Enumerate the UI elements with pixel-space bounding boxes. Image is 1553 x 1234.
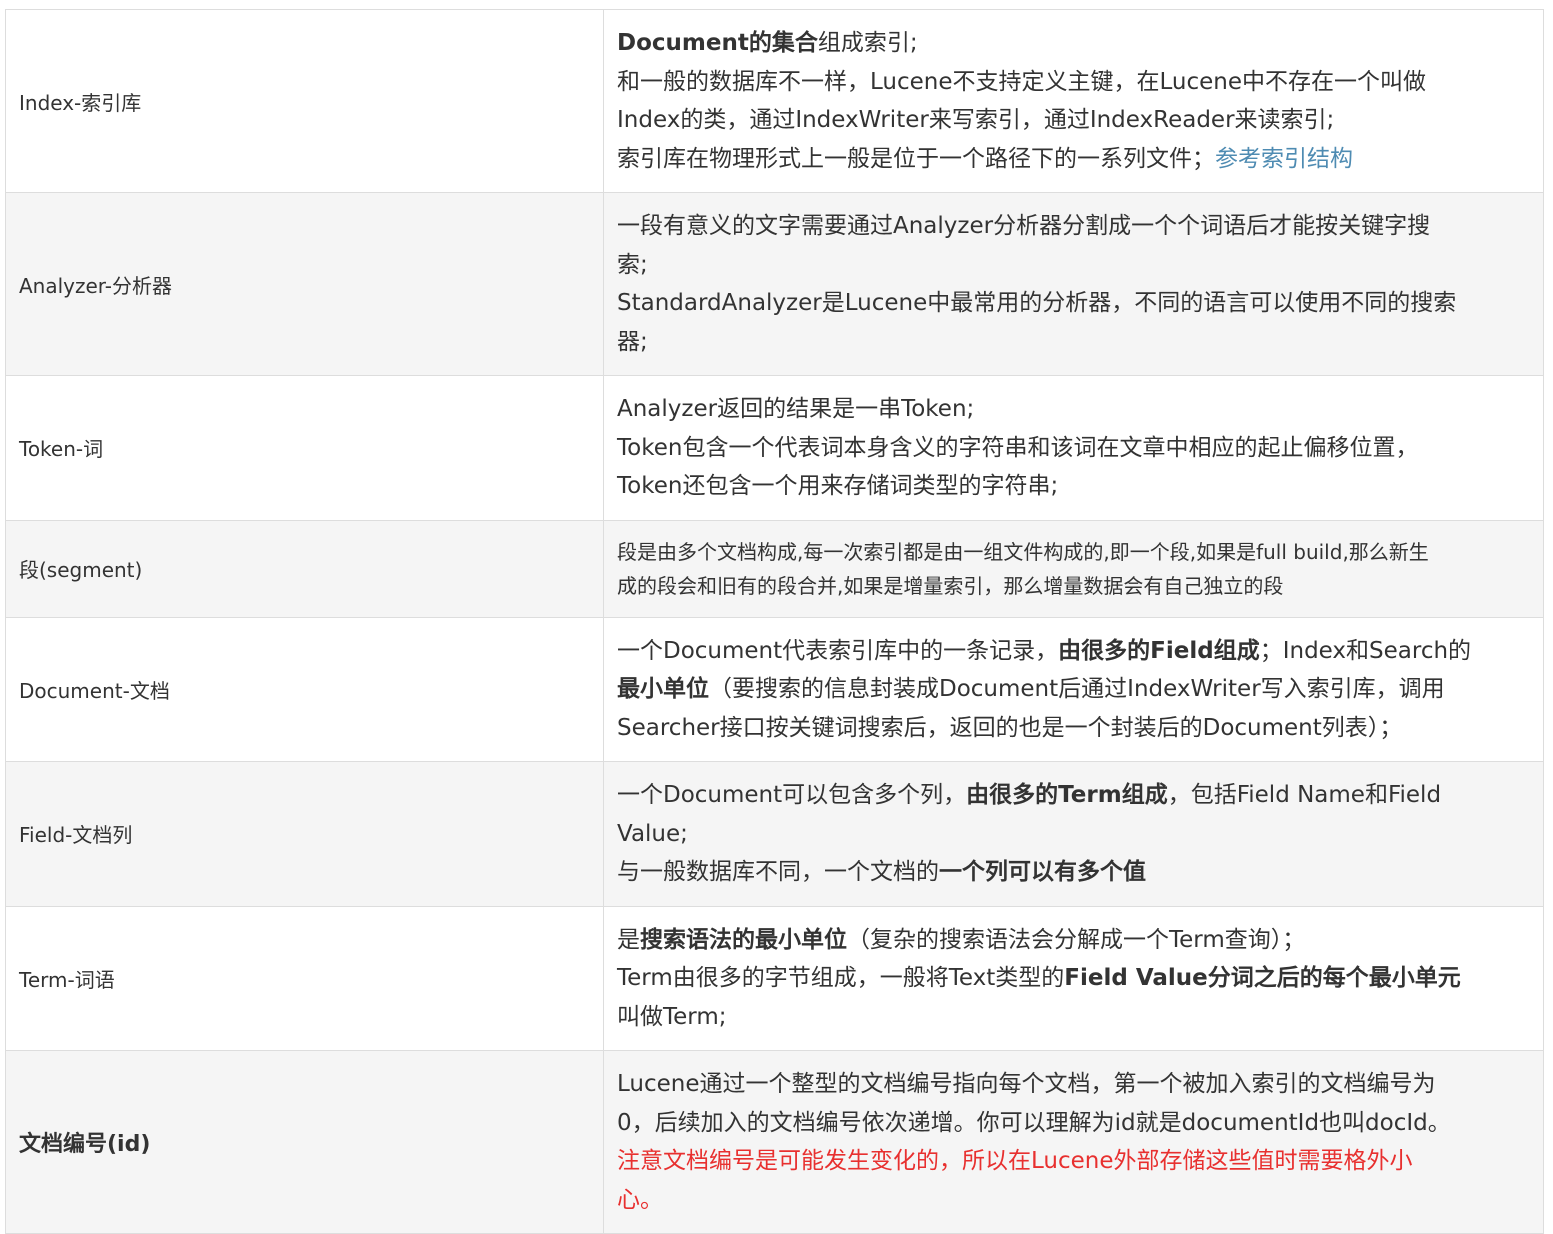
emphasis-text: 最小单位 [617,676,709,702]
description-text: （复杂的搜索语法会分解成一个Term查询）； [847,926,1306,953]
table-row: Index-索引库 Document的集合组成索引; 和一般的数据库不一样，Luce… [5,9,1544,193]
description-cell: 一个Document代表索引库中的一条记录，由很多的Field组成；Index和… [603,616,1544,762]
description-line: Token包含一个代表词本身含义的字符串和该词在文章中相应的起止偏移位置， [617,429,1533,468]
description-text: 段是由多个文档构成,每一次索引都是由一组文件构成的,即一个段,如果是full b… [617,539,1429,564]
description-text: Term由很多的字节组成，一般将Text类型的 [617,965,1065,991]
description-text: StandardAnalyzer是Lucene中最常用的分析器，不同的语言可以使… [617,290,1457,316]
warning-text: 心。 [617,1186,663,1213]
description-text: ，包括Field Name和Field [1167,782,1442,808]
description-line: 心。 [617,1181,1533,1220]
description-text: 一段有意义的文字需要通过Analyzer分析器分割成一个个词语后才能按关键字搜 [617,213,1431,239]
description-line: Token还包含一个用来存储词类型的字符串; [617,467,1533,506]
description-text: 与一般数据库不同，一个文档的 [617,859,939,885]
description-line: 段是由多个文档构成,每一次索引都是由一组文件构成的,即一个段,如果是full b… [617,535,1533,570]
term-cell: Document-文档 [5,616,604,762]
description-line: 成的段会和旧有的段合并,如果是增量索引，那么增量数据会有自己独立的段 [617,569,1533,604]
description-text: Token包含一个代表词本身含义的字符串和该词在文章中相应的起止偏移位置， [617,434,1419,461]
description-text: 是 [617,926,640,953]
description-text: Lucene通过一个整型的文档编号指向每个文档，第一个被加入索引的文档编号为 [617,1071,1436,1097]
description-cell: Document的集合组成索引; 和一般的数据库不一样，Lucene不支持定义主键… [603,9,1544,193]
reference-link[interactable]: 参考索引结构 [1215,146,1353,172]
description-line: 索引库在物理形式上一般是位于一个路径下的一系列文件；参考索引结构 [617,140,1533,179]
description-line: Document的集合组成索引; [617,24,1533,63]
description-line: Index的类，通过IndexWriter来写索引，通过IndexReader来… [617,101,1533,140]
table-row: Field-文档列 一个Document可以包含多个列，由很多的Term组成，包括… [5,761,1544,907]
emphasis-text: 由很多的Field组成 [1058,637,1260,664]
description-text: 叫做Term; [617,1003,727,1030]
description-line: 一个Document代表索引库中的一条记录，由很多的Field组成；Index和… [617,632,1533,671]
description-line: 0，后续加入的文档编号依次递增。你可以理解为id就是documentId也叫do… [617,1104,1533,1143]
description-text: 组成索引; [817,30,918,56]
description-line: 一个Document可以包含多个列，由很多的Term组成，包括Field Nam… [617,776,1533,815]
table-row: Analyzer-分析器 一段有意义的文字需要通过Analyzer分析器分割成一个… [5,192,1544,376]
description-line: 叫做Term; [617,998,1533,1037]
description-line: Analyzer返回的结果是一串Token; [617,390,1533,429]
description-text: Token还包含一个用来存储词类型的字符串; [617,473,1059,499]
description-line: Lucene通过一个整型的文档编号指向每个文档，第一个被加入索引的文档编号为 [617,1065,1533,1104]
table-row: 文档编号(id) Lucene通过一个整型的文档编号指向每个文档，第一个被加入索引… [5,1050,1544,1234]
description-text: 索引库在物理形式上一般是位于一个路径下的一系列文件； [617,145,1215,172]
description-line: 与一般数据库不同，一个文档的一个列可以有多个值 [617,853,1533,892]
description-text: 成的段会和旧有的段合并,如果是增量索引，那么增量数据会有自己独立的段 [617,574,1284,598]
description-text: （要搜索的信息封装成Document后通过IndexWriter写入索引库，调用 [709,676,1445,702]
emphasis-text: Field Value分词之后的每个最小单元 [1064,965,1461,991]
term-cell: 段(segment) [5,519,604,618]
emphasis-text: Document的集合 [617,30,818,56]
emphasis-text: 由很多的Term组成 [966,782,1168,808]
description-cell: 段是由多个文档构成,每一次索引都是由一组文件构成的,即一个段,如果是full b… [603,519,1544,618]
description-text: 一个Document可以包含多个列， [617,782,967,808]
description-line: 索; [617,246,1533,285]
description-text: Searcher接口按关键词搜索后，返回的也是一个封装后的Document列表）… [617,714,1403,741]
description-line: 注意文档编号是可能发生变化的，所以在Lucene外部存储这些值时需要格外小 [617,1142,1533,1181]
description-line: 一段有意义的文字需要通过Analyzer分析器分割成一个个词语后才能按关键字搜 [617,207,1533,246]
term-cell: Analyzer-分析器 [5,192,604,376]
term-cell: Token-词 [5,375,604,521]
description-cell: 是搜索语法的最小单位（复杂的搜索语法会分解成一个Term查询）； Term由很多的… [603,905,1544,1051]
term-cell: Index-索引库 [5,9,604,193]
description-line: StandardAnalyzer是Lucene中最常用的分析器，不同的语言可以使… [617,284,1533,323]
description-line: Value; [617,815,1533,854]
description-text: 0，后续加入的文档编号依次递增。你可以理解为id就是documentId也叫do… [617,1109,1451,1136]
term-cell: Term-词语 [5,905,604,1051]
table-row: Term-词语 是搜索语法的最小单位（复杂的搜索语法会分解成一个Term查询）； T… [5,905,1544,1051]
description-cell: Lucene通过一个整型的文档编号指向每个文档，第一个被加入索引的文档编号为 0，… [603,1050,1544,1234]
description-text: 器; [617,328,648,355]
description-line: 和一般的数据库不一样，Lucene不支持定义主键，在Lucene中不存在一个叫做 [617,63,1533,102]
emphasis-text: 搜索语法的最小单位 [640,926,847,953]
table-row: Document-文档 一个Document代表索引库中的一条记录，由很多的Fie… [5,616,1544,762]
table-row: 段(segment) 段是由多个文档构成,每一次索引都是由一组文件构成的,即一个段… [5,519,1544,618]
description-text: ；Index和Search的 [1259,637,1472,664]
description-line: 最小单位（要搜索的信息封装成Document后通过IndexWriter写入索引… [617,670,1533,709]
term-cell: 文档编号(id) [5,1050,604,1234]
description-line: 是搜索语法的最小单位（复杂的搜索语法会分解成一个Term查询）； [617,921,1533,960]
description-text: Index的类，通过IndexWriter来写索引，通过IndexReader来… [617,107,1335,133]
glossary-body: Index-索引库 Document的集合组成索引; 和一般的数据库不一样，Luce… [5,9,1544,1234]
description-line: Term由很多的字节组成，一般将Text类型的Field Value分词之后的每… [617,959,1533,998]
description-line: Searcher接口按关键词搜索后，返回的也是一个封装后的Document列表）… [617,709,1533,748]
term-cell: Field-文档列 [5,761,604,907]
description-text: 和一般的数据库不一样，Lucene不支持定义主键，在Lucene中不存在一个叫做 [617,68,1427,95]
emphasis-text: 一个列可以有多个值 [939,859,1146,885]
description-cell: Analyzer返回的结果是一串Token; Token包含一个代表词本身含义的字… [603,375,1544,521]
description-text: Analyzer返回的结果是一串Token; [617,396,975,422]
description-cell: 一个Document可以包含多个列，由很多的Term组成，包括Field Nam… [603,761,1544,907]
description-line: 器; [617,323,1533,362]
description-cell: 一段有意义的文字需要通过Analyzer分析器分割成一个个词语后才能按关键字搜索… [603,192,1544,376]
warning-text: 注意文档编号是可能发生变化的，所以在Lucene外部存储这些值时需要格外小 [617,1148,1413,1174]
table-row: Token-词 Analyzer返回的结果是一串Token; Token包含一个代表… [5,375,1544,521]
description-text: 一个Document代表索引库中的一条记录， [617,637,1059,664]
description-text: 索; [617,251,648,278]
description-text: Value; [617,820,688,847]
lucene-glossary-table: Index-索引库 Document的集合组成索引; 和一般的数据库不一样，Luce… [5,9,1544,1234]
